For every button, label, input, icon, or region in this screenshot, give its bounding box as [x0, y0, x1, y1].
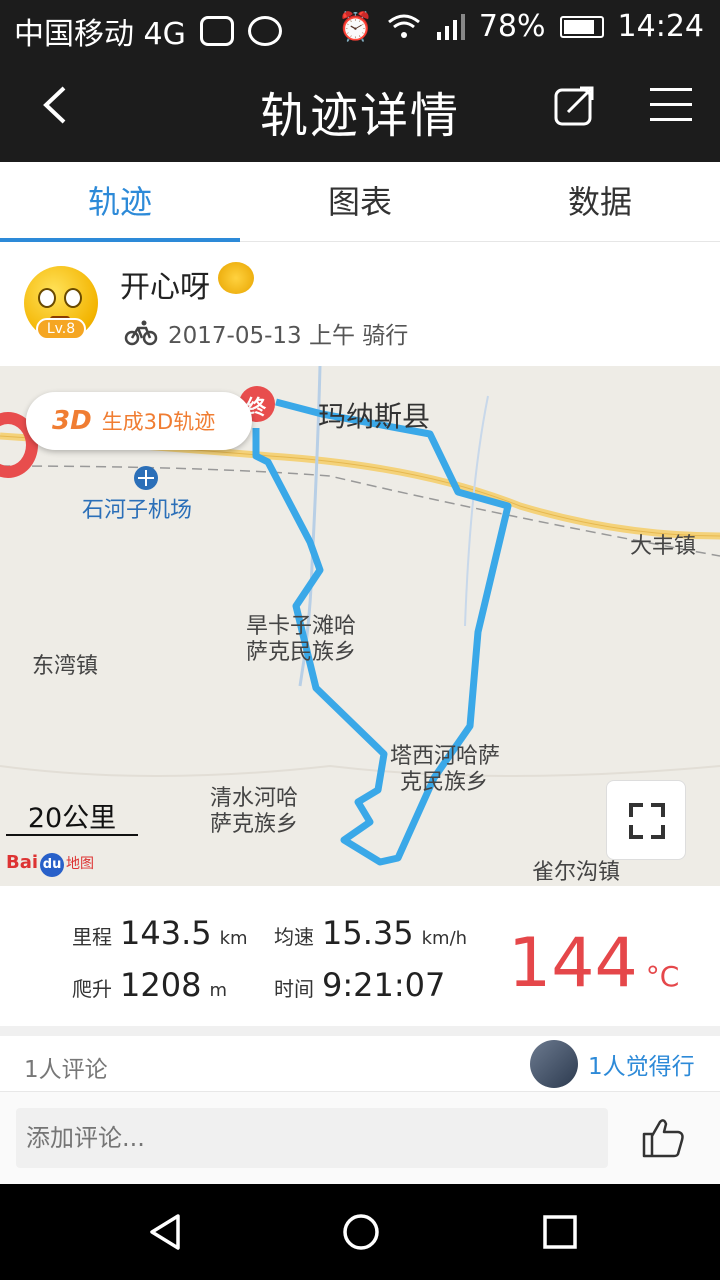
stat-climb-unit: m — [209, 980, 227, 1001]
stats-panel: 里程 143.5 km 均速 15.35 km/h 爬升 1208 m 时间 9… — [0, 886, 720, 1026]
nav-back-icon[interactable] — [144, 1210, 188, 1254]
stat-climb-label: 爬升 — [72, 977, 112, 1001]
3d-badge: 3D — [52, 406, 92, 436]
map-label-dongwan: 东湾镇 — [32, 654, 99, 679]
stat-avg-speed: 均速 15.35 km/h — [274, 914, 467, 952]
generate-3d-label: 生成3D轨迹 — [101, 410, 216, 434]
generate-3d-button[interactable]: 3D 生成3D轨迹 — [26, 392, 252, 450]
likes-row[interactable]: 1人觉得行 — [530, 1040, 695, 1088]
map-label-airport: 石河子机场 — [82, 498, 193, 523]
baidu-map-logo: Bai du 地图 — [6, 852, 94, 877]
comments-row: 1人评论 1人觉得行 — [0, 1036, 720, 1092]
map-label-hanka: 旱卡子滩哈 — [246, 614, 357, 639]
crown-badge-icon — [218, 262, 254, 294]
system-nav-bar — [0, 1184, 720, 1280]
map-label-taxihe: 塔西河哈萨 — [390, 744, 501, 769]
track-map[interactable]: 终 3D 生成3D轨迹 玛纳斯县 石河子机场 大丰镇 旱卡子滩哈 萨克民族乡 东… — [0, 366, 720, 886]
fullscreen-icon — [629, 803, 665, 839]
map-label-dafeng: 大丰镇 — [630, 534, 697, 559]
map-label-queergou: 雀尔沟镇 — [532, 860, 621, 885]
header: 轨迹详情 — [0, 52, 720, 162]
map-label-taxihe-2: 克民族乡 — [400, 770, 489, 795]
comment-count[interactable]: 1人评论 — [24, 1050, 108, 1084]
tab-data[interactable]: 数据 — [480, 162, 720, 241]
stat-climb-value: 1208 — [120, 966, 202, 1004]
stat-distance-value: 143.5 — [120, 914, 212, 952]
stat-avg-speed-label: 均速 — [274, 925, 314, 949]
qq-icon — [247, 16, 282, 46]
page-title: 轨迹详情 — [259, 88, 460, 144]
wifi-icon — [387, 14, 420, 38]
carrier-label: 中国移动 4G — [14, 17, 186, 52]
baidu-map-text: 地图 — [66, 856, 95, 872]
nav-recents-icon[interactable] — [538, 1210, 582, 1254]
tab-bar: 轨迹 图表 数据 — [0, 162, 720, 242]
section-divider — [0, 1026, 720, 1036]
expand-map-button[interactable] — [606, 780, 686, 860]
signal-icon — [436, 13, 465, 40]
stat-distance: 里程 143.5 km — [72, 914, 248, 952]
stat-distance-label: 里程 — [72, 925, 112, 949]
temperature: 144 °C — [508, 924, 679, 1003]
nav-home-icon[interactable] — [339, 1210, 383, 1254]
stat-time-label: 时间 — [274, 977, 314, 1001]
activity-meta: 2017-05-13 上午 骑行 — [124, 316, 408, 350]
message-icon — [199, 16, 234, 46]
baidu-logo-text: Bai — [6, 852, 39, 873]
liker-avatar[interactable] — [530, 1040, 578, 1088]
map-label-qingshuihe: 清水河哈 — [210, 786, 299, 811]
likes-text[interactable]: 1人觉得行 — [588, 1047, 695, 1081]
comment-input[interactable] — [16, 1108, 608, 1168]
username[interactable]: 开心呀 — [120, 262, 210, 306]
stat-avg-speed-value: 15.35 — [322, 914, 414, 952]
stat-distance-unit: km — [219, 928, 248, 949]
stat-time-value: 9:21:07 — [322, 966, 446, 1004]
status-bar: 中国移动 4G ⏰ 78% 14:24 — [0, 0, 720, 52]
battery-percent: 78% — [478, 9, 546, 44]
temperature-unit: °C — [645, 960, 680, 993]
stat-climb: 爬升 1208 m — [72, 966, 227, 1004]
stat-time: 时间 9:21:07 — [274, 966, 445, 1004]
level-badge: Lv.8 — [36, 318, 86, 340]
activity-datetime: 2017-05-13 上午 骑行 — [168, 323, 409, 349]
battery-icon — [559, 15, 604, 38]
hamburger-menu-icon[interactable] — [650, 86, 692, 122]
temperature-value: 144 — [508, 924, 638, 1003]
share-icon[interactable] — [552, 82, 598, 128]
baidu-du-text: du — [40, 853, 65, 877]
alarm-icon: ⏰ — [337, 10, 373, 43]
map-label-manas: 玛纳斯县 — [318, 400, 431, 433]
tab-chart[interactable]: 图表 — [240, 162, 480, 241]
map-label-hanka-2: 萨克民族乡 — [246, 640, 357, 665]
map-label-qingshuihe-2: 萨克族乡 — [210, 812, 299, 837]
map-scale: 20公里 — [6, 796, 138, 836]
bicycle-icon — [124, 320, 158, 346]
thumbs-up-icon[interactable] — [640, 1114, 686, 1160]
tab-track[interactable]: 轨迹 — [0, 162, 240, 242]
profile-section: Lv.8 开心呀 2017-05-13 上午 骑行 — [0, 242, 720, 366]
stat-avg-speed-unit: km/h — [421, 928, 468, 949]
clock: 14:24 — [617, 9, 704, 44]
comment-bar — [0, 1092, 720, 1184]
